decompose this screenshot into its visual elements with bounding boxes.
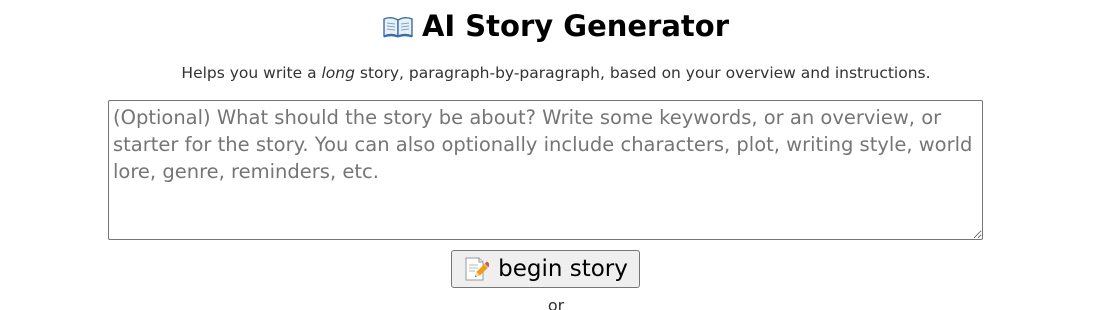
open-book-icon	[383, 6, 413, 38]
subtitle-emphasis: long	[321, 64, 355, 82]
begin-story-button[interactable]: begin story	[451, 250, 640, 288]
page-title: AI Story Generator	[0, 4, 1112, 48]
story-overview-input[interactable]	[108, 100, 983, 240]
page-title-text: AI Story Generator	[421, 9, 730, 43]
page-subtitle: Helps you write a long story, paragraph-…	[0, 62, 1112, 84]
begin-story-label: begin story	[498, 256, 628, 282]
subtitle-text-after: story, paragraph-by-paragraph, based on …	[354, 64, 931, 82]
or-separator: or	[547, 296, 565, 310]
subtitle-text-before: Helps you write a	[181, 64, 322, 82]
story-generator-page: AI Story Generator Helps you write a lon…	[0, 0, 1112, 310]
memo-icon	[463, 256, 491, 282]
